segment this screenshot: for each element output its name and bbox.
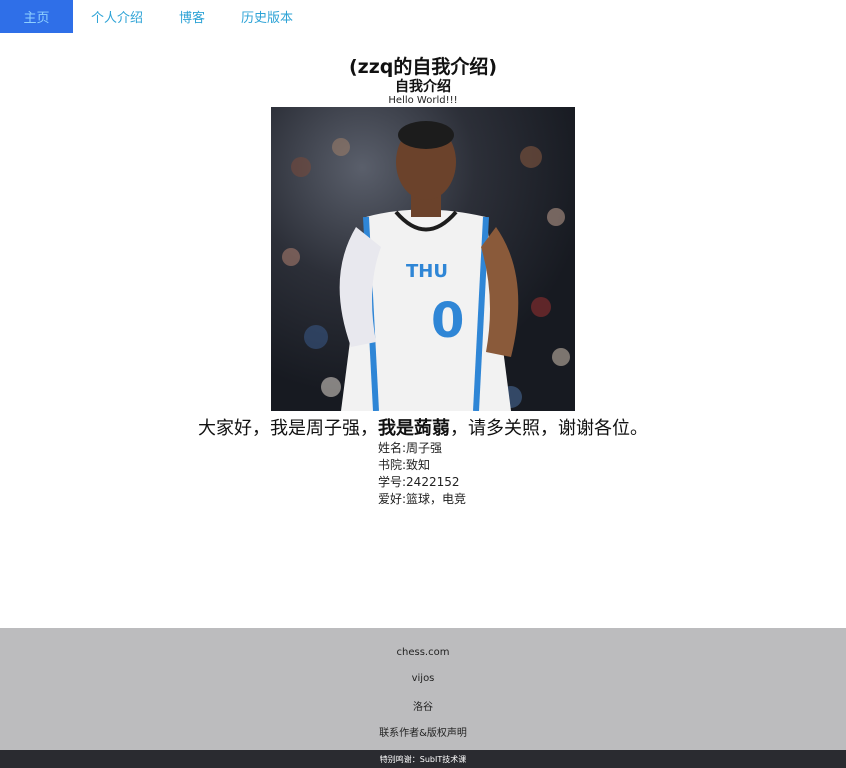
nav-item-home[interactable]: 主页 bbox=[0, 0, 73, 33]
info-hobby: 爱好:篮球，电竞 bbox=[378, 492, 467, 506]
svg-text:THU: THU bbox=[406, 261, 448, 282]
info-college: 书院:致知 bbox=[378, 458, 431, 472]
credit-bar: 特别鸣谢：SubIT技术课 bbox=[0, 750, 846, 768]
greeting-text: 大家好，我是周子强，我是蒟蒻，请多关照，谢谢各位。 bbox=[0, 414, 846, 440]
greeting-end: ，请多关照，谢谢各位。 bbox=[450, 418, 648, 439]
basketball-player-image: 0 THU bbox=[282, 121, 570, 411]
info-list: 姓名:周子强 书院:致知 学号:2422152 爱好:篮球，电竞 bbox=[378, 440, 466, 508]
greeting-bold: 我是蒟蒻 bbox=[378, 418, 450, 439]
nav-item-blog[interactable]: 博客 bbox=[161, 0, 223, 33]
svg-text:0: 0 bbox=[431, 293, 464, 349]
info-student-id: 学号:2422152 bbox=[378, 475, 460, 489]
top-nav: 主页 个人介绍 博客 历史版本 bbox=[0, 0, 846, 33]
nav-item-history[interactable]: 历史版本 bbox=[223, 0, 311, 33]
footer-link-chess[interactable]: chess.com bbox=[0, 647, 846, 658]
info-name: 姓名:周子强 bbox=[378, 441, 443, 455]
footer-link-luogu[interactable]: 洛谷 bbox=[0, 698, 846, 713]
page-subtitle: 自我介绍 bbox=[395, 79, 451, 95]
profile-photo: 0 THU bbox=[271, 107, 575, 411]
credit-text: 特别鸣谢：SubIT技术课 bbox=[379, 754, 467, 764]
footer-link-vijos[interactable]: vijos bbox=[0, 673, 846, 684]
page: 主页 个人介绍 博客 历史版本 (zzq的自我介绍) 自我介绍 Hello Wo… bbox=[0, 0, 846, 768]
footer: chess.com vijos 洛谷 联系作者&版权声明 bbox=[0, 628, 846, 750]
page-title: (zzq的自我介绍) bbox=[348, 56, 498, 78]
footer-link-contact[interactable]: 联系作者&版权声明 bbox=[0, 724, 846, 739]
greeting-start: 大家好，我是周子强， bbox=[198, 418, 378, 439]
hello-text: Hello World!!! bbox=[388, 95, 458, 106]
nav-item-about[interactable]: 个人介绍 bbox=[73, 0, 161, 33]
